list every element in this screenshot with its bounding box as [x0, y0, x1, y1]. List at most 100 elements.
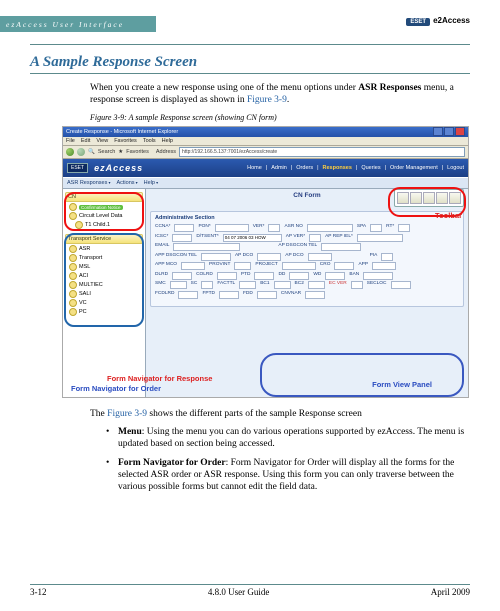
cro-field[interactable]: [334, 262, 354, 270]
tree-item[interactable]: Circuit Level Data: [69, 212, 143, 221]
facttl-field[interactable]: [239, 281, 256, 289]
callout-navorder: Form Navigator for Order: [71, 384, 161, 393]
tree-item[interactable]: ACI: [69, 272, 143, 281]
window-controls[interactable]: [433, 127, 465, 136]
intro-paragraph: When you create a new response using one…: [90, 82, 470, 107]
tree-group-transport[interactable]: Transport Service: [65, 234, 143, 244]
ver-field[interactable]: [268, 224, 280, 232]
figure-ref-link-2[interactable]: Figure 3-9: [107, 409, 147, 419]
tree-item[interactable]: VC: [69, 299, 143, 308]
ie-window-title: Create Response - Microsoft Internet Exp…: [66, 129, 178, 135]
icsc-field[interactable]: [172, 234, 192, 242]
figure-ref-link[interactable]: Figure 3-9: [247, 95, 287, 105]
pon-field[interactable]: [215, 224, 249, 232]
annotation-circle-viewpanel: [260, 353, 464, 397]
address-bar[interactable]: http://192.166.5.137:7001/ezAccess/creat…: [179, 147, 465, 157]
app-field[interactable]: [372, 262, 396, 270]
submenu-actions[interactable]: Actions: [116, 180, 137, 186]
nav-orders[interactable]: Orders: [296, 165, 313, 171]
doc-version: 4.8.0 User Guide: [208, 587, 270, 597]
tree-item[interactable]: ASR: [69, 245, 143, 254]
apdco-field[interactable]: [257, 253, 281, 261]
dd-field[interactable]: [289, 272, 309, 280]
nav-ordermgmt[interactable]: Order Management: [390, 165, 438, 171]
ie-toolbar[interactable]: 🔍Search ★Favorites Address http://192.16…: [63, 146, 468, 159]
forward-icon[interactable]: [77, 148, 85, 156]
appdsgcontel-field[interactable]: [201, 253, 231, 261]
wd-field[interactable]: [325, 272, 345, 280]
cnvnar-field[interactable]: [305, 291, 325, 299]
form-icon: [69, 203, 77, 211]
form-icon: [69, 245, 77, 253]
dlrd-field[interactable]: [172, 272, 192, 280]
doc-date: April 2009: [431, 587, 470, 597]
rule-section: [30, 73, 470, 74]
apver-field[interactable]: [309, 234, 321, 242]
form-view-panel: CN Form Administrative Section CCNA* PON…: [146, 189, 468, 398]
submenu-asr[interactable]: ASR Responses: [67, 180, 110, 186]
ie-titlebar: Create Response - Microsoft Internet Exp…: [63, 127, 468, 137]
email-field[interactable]: [173, 243, 240, 251]
tree-item[interactable]: MULTIEC: [69, 281, 143, 290]
tree-item[interactable]: MSL: [69, 263, 143, 272]
ie-menubar[interactable]: FileEditViewFavoritesToolsHelp: [63, 137, 468, 146]
nav-admin[interactable]: Admin: [271, 165, 287, 171]
form-icon: [75, 221, 83, 229]
form-icon: [69, 254, 77, 262]
ecver-field[interactable]: [351, 281, 363, 289]
bc1-field[interactable]: [274, 281, 291, 289]
spa-field[interactable]: [370, 224, 382, 232]
tree-item[interactable]: SALI: [69, 290, 143, 299]
list-item: Menu: Using the menu you can do various …: [106, 426, 470, 451]
form-icon: [69, 212, 77, 220]
form-navigator-tree[interactable]: CN Confirmation Notice Circuit Level Dat…: [63, 189, 146, 398]
pia-field[interactable]: [381, 253, 393, 261]
smc-field[interactable]: [170, 281, 187, 289]
toolbar-button[interactable]: [449, 192, 461, 204]
apdsgcontel-field[interactable]: [321, 243, 361, 251]
sc-field[interactable]: [201, 281, 213, 289]
form-icon: [69, 308, 77, 316]
nav-home[interactable]: Home: [247, 165, 262, 171]
submenu-help[interactable]: Help: [144, 180, 158, 186]
apdco2-field[interactable]: [308, 253, 332, 261]
favorites-icon[interactable]: ★: [118, 149, 123, 155]
toolbar-button[interactable]: [423, 192, 435, 204]
ban-field[interactable]: [363, 272, 393, 280]
app-topnav[interactable]: Home| Admin| Orders| Responses| Queries|…: [247, 165, 464, 171]
tree-item[interactable]: Confirmation Notice: [69, 203, 143, 212]
ptd-field[interactable]: [254, 272, 274, 280]
toolbar-button[interactable]: [397, 192, 409, 204]
nav-logout[interactable]: Logout: [447, 165, 464, 171]
app-submenu[interactable]: ASR Responses Actions Help: [63, 177, 468, 189]
fcdlrd-field[interactable]: [178, 291, 198, 299]
bc2-field[interactable]: [308, 281, 325, 289]
form-icon: [69, 281, 77, 289]
toolbar-button[interactable]: [410, 192, 422, 204]
ccna-field[interactable]: [174, 224, 194, 232]
nav-responses[interactable]: Responses: [323, 165, 352, 171]
fptd-field[interactable]: [219, 291, 239, 299]
rt-field[interactable]: [398, 224, 410, 232]
tree-group-cn[interactable]: CN: [65, 192, 143, 202]
callout-viewpanel: Form View Panel: [372, 380, 432, 389]
provint-field[interactable]: [234, 262, 251, 270]
tree-item[interactable]: Transport: [69, 254, 143, 263]
secloc-field[interactable]: [391, 281, 411, 289]
tree-item[interactable]: PC: [69, 308, 143, 317]
appmco-field[interactable]: [181, 262, 205, 270]
aprepiel-field[interactable]: [357, 234, 403, 242]
colrd-field[interactable]: [217, 272, 237, 280]
nav-queries[interactable]: Queries: [361, 165, 380, 171]
fdd-field[interactable]: [257, 291, 277, 299]
tree-item[interactable]: T1 Child.1: [75, 221, 143, 230]
callout-toolbar: Toolbar: [435, 211, 462, 220]
dtsent-field[interactable]: 04 07 2006 03 HOW: [223, 234, 282, 242]
actions-toolbar[interactable]: [394, 189, 464, 207]
app-title: ezAccess: [94, 163, 143, 173]
search-icon[interactable]: 🔍: [88, 149, 95, 155]
asrno-field[interactable]: [307, 224, 353, 232]
back-icon[interactable]: [66, 148, 74, 156]
toolbar-button[interactable]: [436, 192, 448, 204]
project-field[interactable]: [282, 262, 316, 270]
